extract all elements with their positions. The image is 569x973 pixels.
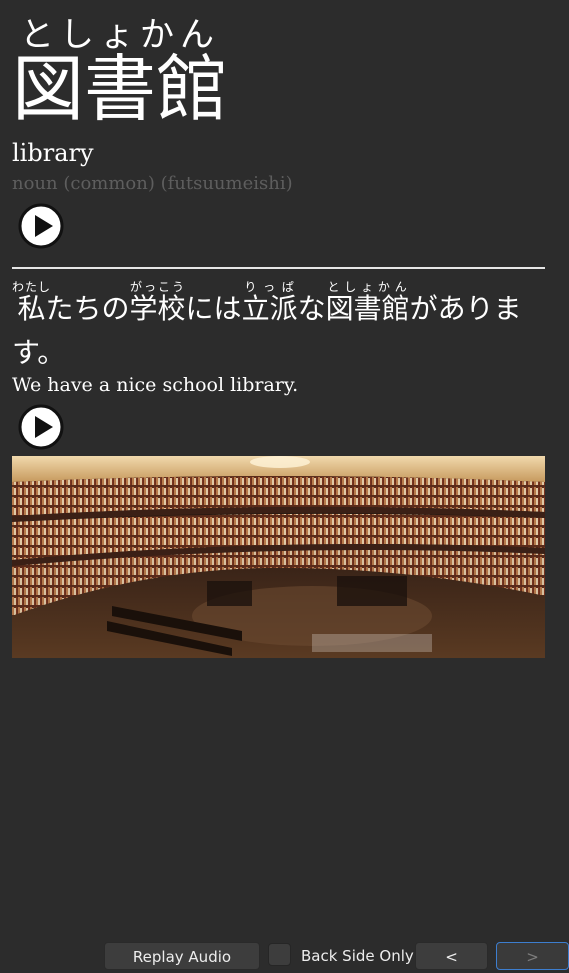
play-circle-icon [18,404,64,450]
play-circle-icon [18,203,64,249]
divider [12,267,545,269]
sentence-text-segment: たちの [45,292,130,325]
sentence-furigana: としょかん [325,280,410,294]
back-side-only-checkbox[interactable] [268,943,291,966]
sentence-text-segment: な [297,292,326,325]
sentence-ruby-segment: 学校がっこう [129,280,186,325]
sentence-translation: We have a nice school library. [12,374,299,396]
word-kanji: 図書館 [12,47,229,131]
replay-audio-button[interactable]: Replay Audio [104,942,260,970]
sentence-ruby-segment: 図書館としょかん [325,280,410,325]
sentence-text-segment: には [185,292,242,325]
back-side-only-label[interactable]: Back Side Only [301,942,414,970]
library-image [12,456,545,658]
sentence-ruby-segment: 立派りっぱ [241,280,298,325]
word-meaning: library [12,139,94,167]
sentence-furigana: りっぱ [241,280,298,294]
part-of-speech: noun (common) (futsuumeishi) [12,173,293,194]
sentence-audio-play-button[interactable] [18,404,64,450]
word-audio-play-button[interactable] [18,203,64,249]
sentence-furigana: がっこう [129,280,186,294]
example-sentence: 私わたしたちの学校がっこうには立派りっぱな図書館としょかんがあります。 [12,280,545,375]
sentence-ruby-segment: 私わたし [12,280,52,325]
next-button[interactable]: > [496,942,569,970]
previous-button[interactable]: < [415,942,488,970]
review-toolbar: Replay Audio Back Side Only < > [0,938,569,973]
sentence-furigana: わたし [12,280,52,294]
